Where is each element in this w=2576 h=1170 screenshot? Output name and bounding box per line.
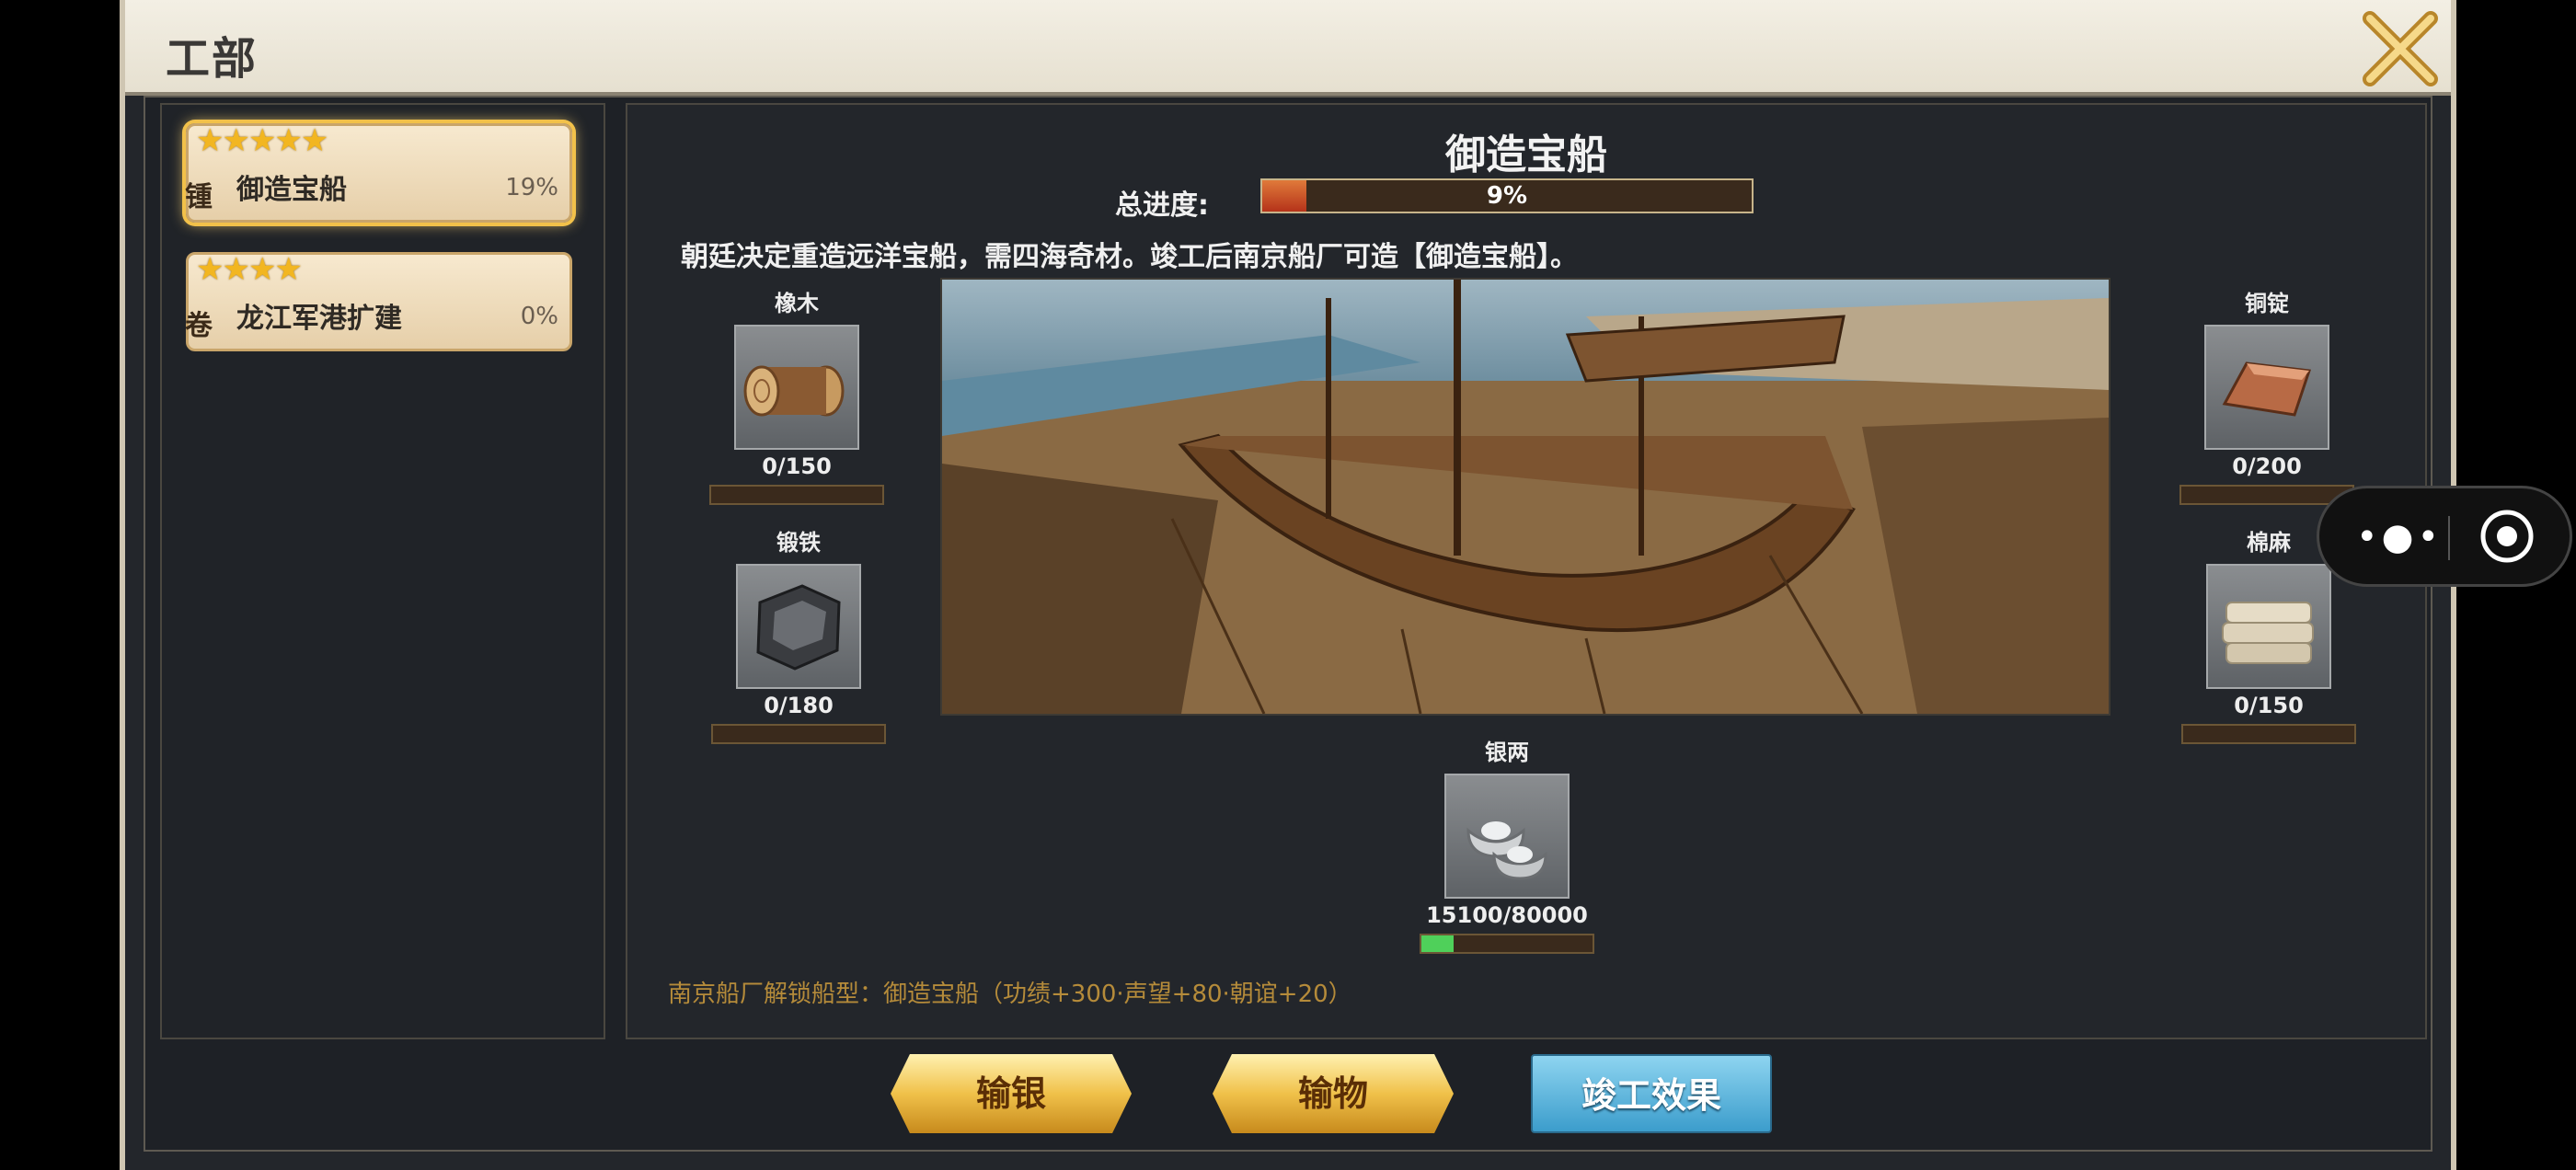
total-progress-bar: 9% — [1260, 178, 1754, 213]
material-bar — [711, 724, 886, 744]
more-icon[interactable]: •●• — [2356, 516, 2443, 558]
material-name: 铜锭 — [2245, 291, 2289, 316]
deliver-silver-button[interactable]: 输银 — [891, 1054, 1132, 1133]
star-rating: ★★★★★ — [196, 122, 328, 159]
quest-side-label: 卷 — [185, 310, 213, 342]
material-oak[interactable]: 橡木 0/150 — [705, 285, 889, 505]
iron-ore-icon — [736, 564, 861, 689]
material-count: 0/180 — [764, 693, 834, 718]
mini-program-capsule: •●• — [2317, 486, 2572, 587]
completion-effect-button[interactable]: 竣工效果 — [1531, 1054, 1772, 1133]
close-circle-icon[interactable] — [2479, 509, 2535, 564]
material-bar — [1420, 934, 1594, 954]
title-bar: 工部 — [125, 0, 2451, 96]
capsule-divider — [2448, 516, 2450, 560]
progress-label: 总进度: — [1115, 189, 1209, 222]
quest-name: 御造宝船 — [236, 174, 347, 206]
material-iron[interactable]: 锻铁 0/180 — [707, 524, 891, 744]
window-title: 工部 — [166, 33, 259, 85]
material-count: 0/200 — [2232, 453, 2302, 479]
quest-detail-panel: 御造宝船 总进度: 9% 朝廷决定重造远洋宝船，需四海奇材。竣工后南京船厂可造【… — [626, 103, 2427, 1039]
quest-item-naval-port[interactable]: ★★★★ 卷 龙江军港扩建 0% — [185, 251, 572, 351]
close-icon[interactable] — [2359, 7, 2442, 90]
quest-item-treasure-ship[interactable]: ★★★★★ 锺 御造宝船 19% — [185, 122, 572, 223]
material-bar-fill — [1421, 935, 1455, 952]
silver-ingot-icon — [1444, 774, 1570, 899]
quest-percent: 19% — [505, 174, 558, 201]
copper-ingot-icon — [2204, 325, 2329, 450]
material-bar — [709, 485, 884, 505]
material-bar — [2181, 724, 2356, 744]
quest-list: ★★★★★ 锺 御造宝船 19% ★★★★ 卷 龙江军港扩建 0% — [160, 103, 605, 1039]
material-count: 0/150 — [762, 453, 832, 479]
material-count: 15100/80000 — [1426, 902, 1588, 928]
material-count: 0/150 — [2234, 693, 2304, 718]
material-copper[interactable]: 铜锭 0/200 — [2175, 285, 2359, 505]
shipyard-illustration — [940, 278, 2110, 716]
quest-percent: 0% — [520, 303, 558, 330]
log-icon — [734, 325, 859, 450]
quest-side-label: 锺 — [185, 181, 213, 213]
material-name: 橡木 — [775, 291, 819, 316]
quest-name: 龙江军港扩建 — [236, 303, 402, 335]
project-description: 朝廷决定重造远洋宝船，需四海奇材。竣工后南京船厂可造【御造宝船】。 — [681, 241, 1578, 273]
cloth-icon — [2206, 564, 2331, 689]
deliver-goods-button[interactable]: 输物 — [1213, 1054, 1454, 1133]
progress-text: 9% — [1486, 182, 1528, 210]
content-area: ★★★★★ 锺 御造宝船 19% ★★★★ 卷 龙江军港扩建 0% 御造宝船 总… — [144, 96, 2432, 1152]
star-rating: ★★★★ — [196, 251, 303, 288]
unlock-reward-text: 南京船厂解锁船型：御造宝船（功绩+300·声望+80·朝谊+20） — [668, 981, 1352, 1008]
material-name: 锻铁 — [776, 530, 821, 556]
material-silver[interactable]: 银两 15100/80000 — [1415, 734, 1599, 954]
project-title: 御造宝船 — [1445, 132, 1607, 178]
workshop-window: 工部 ★★★★★ 锺 御造宝船 19% ★★★★ 卷 龙江军港扩建 0% 御造宝… — [120, 0, 2456, 1170]
material-name: 银两 — [1485, 740, 1529, 765]
material-bar — [2179, 485, 2354, 505]
